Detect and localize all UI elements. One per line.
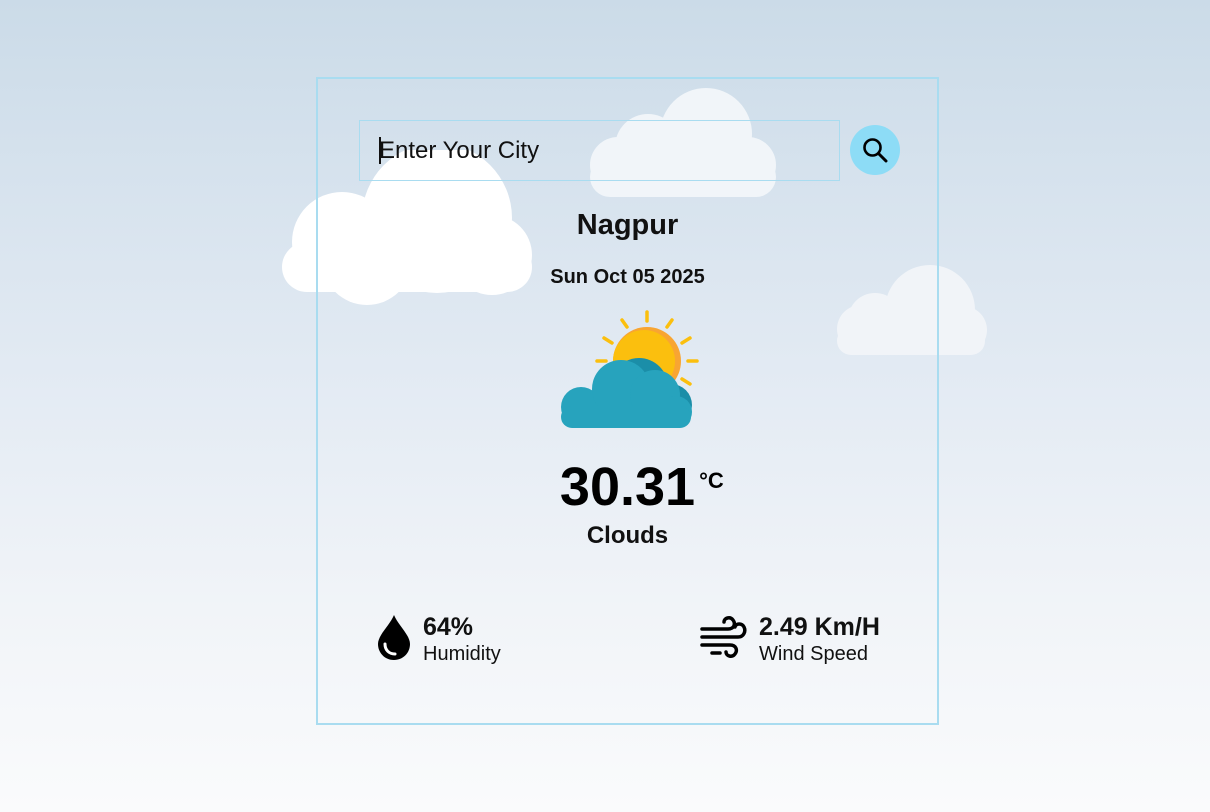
city-name: Nagpur xyxy=(576,209,679,241)
temperature-unit: °C xyxy=(699,468,724,493)
humidity-value: 64% xyxy=(423,613,474,641)
wind-icon xyxy=(700,616,747,658)
temperature-value: 30.31 °C xyxy=(559,457,724,517)
humidity-label: Humidity xyxy=(423,643,501,665)
temperature-number: 30.31 xyxy=(559,457,696,517)
weather-card: Nagpur Sun Oct 05 2025 30.31 xyxy=(316,77,939,725)
text-caret xyxy=(379,137,381,164)
wind-speed-stat: 2.49 Km/H Wind Speed xyxy=(700,613,920,669)
temperature-display: 30.31 °C xyxy=(318,457,937,517)
wind-speed-label: Wind Speed xyxy=(759,643,868,665)
water-drop-icon xyxy=(378,615,410,660)
search-button[interactable] xyxy=(850,125,900,175)
search-icon xyxy=(863,138,888,163)
current-date: Sun Oct 05 2025 xyxy=(550,266,705,288)
weather-condition: Clouds xyxy=(586,522,669,549)
sun-behind-cloud-icon xyxy=(561,310,699,428)
search-bar xyxy=(359,120,900,181)
humidity-stat: 64% Humidity xyxy=(376,613,576,669)
city-search-input[interactable] xyxy=(359,120,840,181)
wind-speed-value: 2.49 Km/H xyxy=(759,613,880,641)
